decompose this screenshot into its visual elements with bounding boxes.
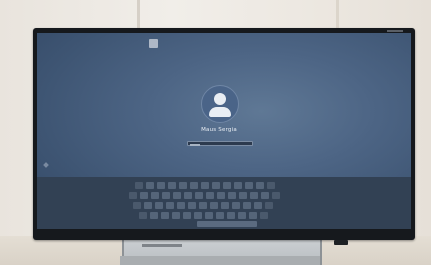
network-icon[interactable] (149, 39, 158, 48)
avatar-body (209, 107, 231, 117)
keyboard-key[interactable] (210, 202, 218, 209)
keyboard-spacebar[interactable] (197, 221, 257, 227)
keyboard-key[interactable] (166, 202, 174, 209)
keyboard-key[interactable] (183, 212, 191, 219)
keyboard-key[interactable] (190, 182, 198, 189)
keyboard-key[interactable] (194, 212, 202, 219)
keyboard-key[interactable] (205, 212, 213, 219)
keyboard-key[interactable] (254, 202, 262, 209)
keyboard-key[interactable] (157, 182, 165, 189)
keyboard-key[interactable] (150, 212, 158, 219)
keyboard-key[interactable] (239, 192, 247, 199)
brand-logo (387, 30, 403, 32)
keyboard-key[interactable] (260, 212, 268, 219)
keyboard-key[interactable] (155, 202, 163, 209)
keyboard-key[interactable] (212, 182, 220, 189)
keyboard-key[interactable] (151, 192, 159, 199)
keyboard-key[interactable] (195, 192, 203, 199)
keyboard-key[interactable] (188, 202, 196, 209)
keyboard-key[interactable] (272, 192, 280, 199)
keyboard-key[interactable] (135, 182, 143, 189)
touchscreen-monitor: Maus Sergia (33, 28, 415, 240)
keyboard-key[interactable] (140, 192, 148, 199)
keyboard-key[interactable] (245, 182, 253, 189)
avatar-head (214, 93, 226, 105)
keyboard-key[interactable] (256, 182, 264, 189)
keyboard-key[interactable] (184, 192, 192, 199)
accessibility-icon[interactable] (43, 162, 49, 168)
keyboard-key[interactable] (139, 212, 147, 219)
photo-scene: Maus Sergia (0, 0, 431, 265)
keyboard-key[interactable] (172, 212, 180, 219)
keyboard-key[interactable] (261, 192, 269, 199)
keyboard-key[interactable] (144, 202, 152, 209)
keyboard-key[interactable] (265, 202, 273, 209)
pin-input[interactable] (187, 141, 253, 146)
keyboard-key[interactable] (206, 192, 214, 199)
keyboard-key[interactable] (234, 182, 242, 189)
keyboard-key[interactable] (168, 182, 176, 189)
keyboard-key[interactable] (223, 182, 231, 189)
keyboard-key[interactable] (173, 192, 181, 199)
user-name: Maus Sergia (201, 127, 237, 133)
stand-marking (142, 244, 182, 247)
on-screen-keyboard[interactable] (37, 177, 411, 229)
keyboard-key[interactable] (133, 202, 141, 209)
keyboard-key[interactable] (232, 202, 240, 209)
keyboard-key[interactable] (162, 192, 170, 199)
keyboard-key[interactable] (267, 182, 275, 189)
keyboard-key[interactable] (228, 192, 236, 199)
keyboard-key[interactable] (129, 192, 137, 199)
pin-placeholder (190, 143, 200, 146)
keyboard-key[interactable] (249, 212, 257, 219)
keyboard-key[interactable] (199, 202, 207, 209)
keyboard-key[interactable] (146, 182, 154, 189)
keyboard-key[interactable] (227, 212, 235, 219)
keyboard-key[interactable] (161, 212, 169, 219)
keyboard-key[interactable] (216, 212, 224, 219)
keyboard-key[interactable] (177, 202, 185, 209)
keyboard-key[interactable] (217, 192, 225, 199)
keyboard-key[interactable] (179, 182, 187, 189)
camera-bar (334, 240, 348, 245)
keyboard-key[interactable] (201, 182, 209, 189)
keyboard-key[interactable] (238, 212, 246, 219)
keyboard-key[interactable] (221, 202, 229, 209)
keyboard-key[interactable] (250, 192, 258, 199)
user-avatar-icon (201, 85, 239, 123)
stand-base (120, 256, 320, 265)
keyboard-key[interactable] (243, 202, 251, 209)
lock-screen[interactable]: Maus Sergia (37, 33, 411, 229)
